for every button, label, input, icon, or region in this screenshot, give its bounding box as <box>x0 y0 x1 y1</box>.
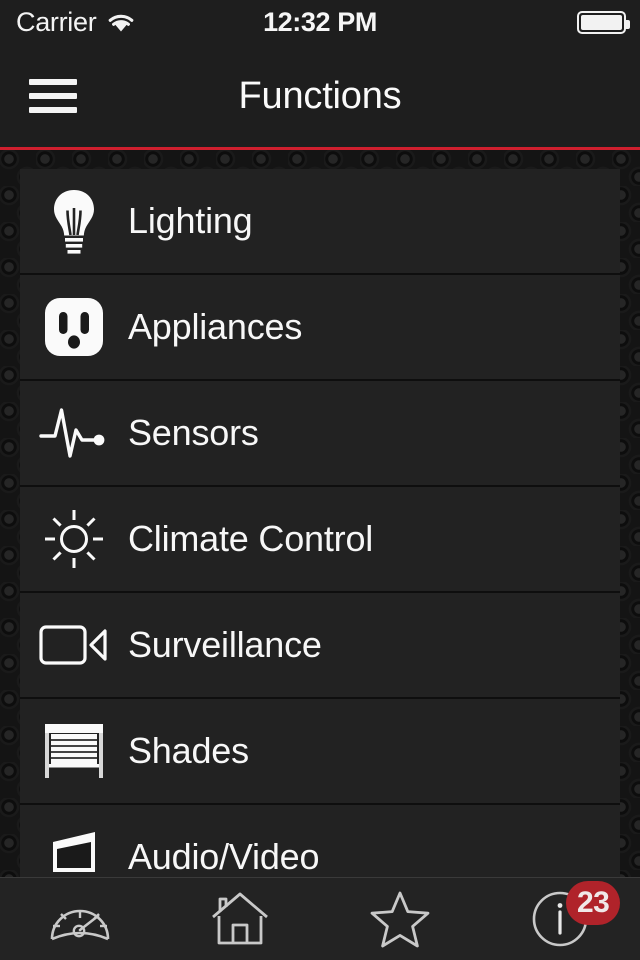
list-item-lighting[interactable]: Lighting <box>20 169 620 275</box>
list-item-label: Sensors <box>128 412 259 453</box>
house-icon <box>211 891 269 947</box>
window-blind-icon <box>20 698 128 804</box>
power-outlet-icon <box>20 274 128 380</box>
page-title: Functions <box>238 74 402 117</box>
tab-info[interactable]: 23 <box>480 878 640 960</box>
list-item-shades[interactable]: Shades <box>20 699 620 805</box>
content-area: Lighting Appliances Sensors Climate Cont… <box>0 150 640 877</box>
tab-favorites[interactable] <box>320 878 480 960</box>
list-item-surveillance[interactable]: Surveillance <box>20 593 620 699</box>
television-icon <box>20 804 128 877</box>
video-camera-icon <box>20 592 128 698</box>
star-icon <box>370 890 430 948</box>
functions-list: Lighting Appliances Sensors Climate Cont… <box>20 169 620 877</box>
lightbulb-icon <box>20 169 128 274</box>
list-item-label: Shades <box>128 730 249 771</box>
list-item-label: Climate Control <box>128 518 374 559</box>
sun-icon <box>20 486 128 592</box>
app-screen: Carrier 12:32 PM Functions Lighting Appl… <box>0 0 640 960</box>
tab-bar: 23 <box>0 877 640 960</box>
navigation-bar: Functions <box>0 44 640 148</box>
tab-home[interactable] <box>160 878 320 960</box>
list-item-label: Lighting <box>128 200 253 241</box>
list-item-sensors[interactable]: Sensors <box>20 381 620 487</box>
list-item-appliances[interactable]: Appliances <box>20 275 620 381</box>
clock-label: 12:32 PM <box>263 6 377 37</box>
pulse-waveform-icon <box>20 380 128 486</box>
list-item-label: Surveillance <box>128 624 322 665</box>
battery-full-icon <box>577 10 630 34</box>
list-item-audio-video[interactable]: Audio/Video <box>20 805 620 877</box>
tab-dashboard[interactable] <box>0 878 160 960</box>
status-bar: Carrier 12:32 PM <box>0 0 640 44</box>
list-item-label: Audio/Video <box>128 836 320 877</box>
gauge-icon <box>49 891 111 947</box>
status-bar-right <box>577 0 630 44</box>
list-item-climate-control[interactable]: Climate Control <box>20 487 620 593</box>
list-item-label: Appliances <box>128 306 303 347</box>
status-badge: 23 <box>566 881 621 925</box>
